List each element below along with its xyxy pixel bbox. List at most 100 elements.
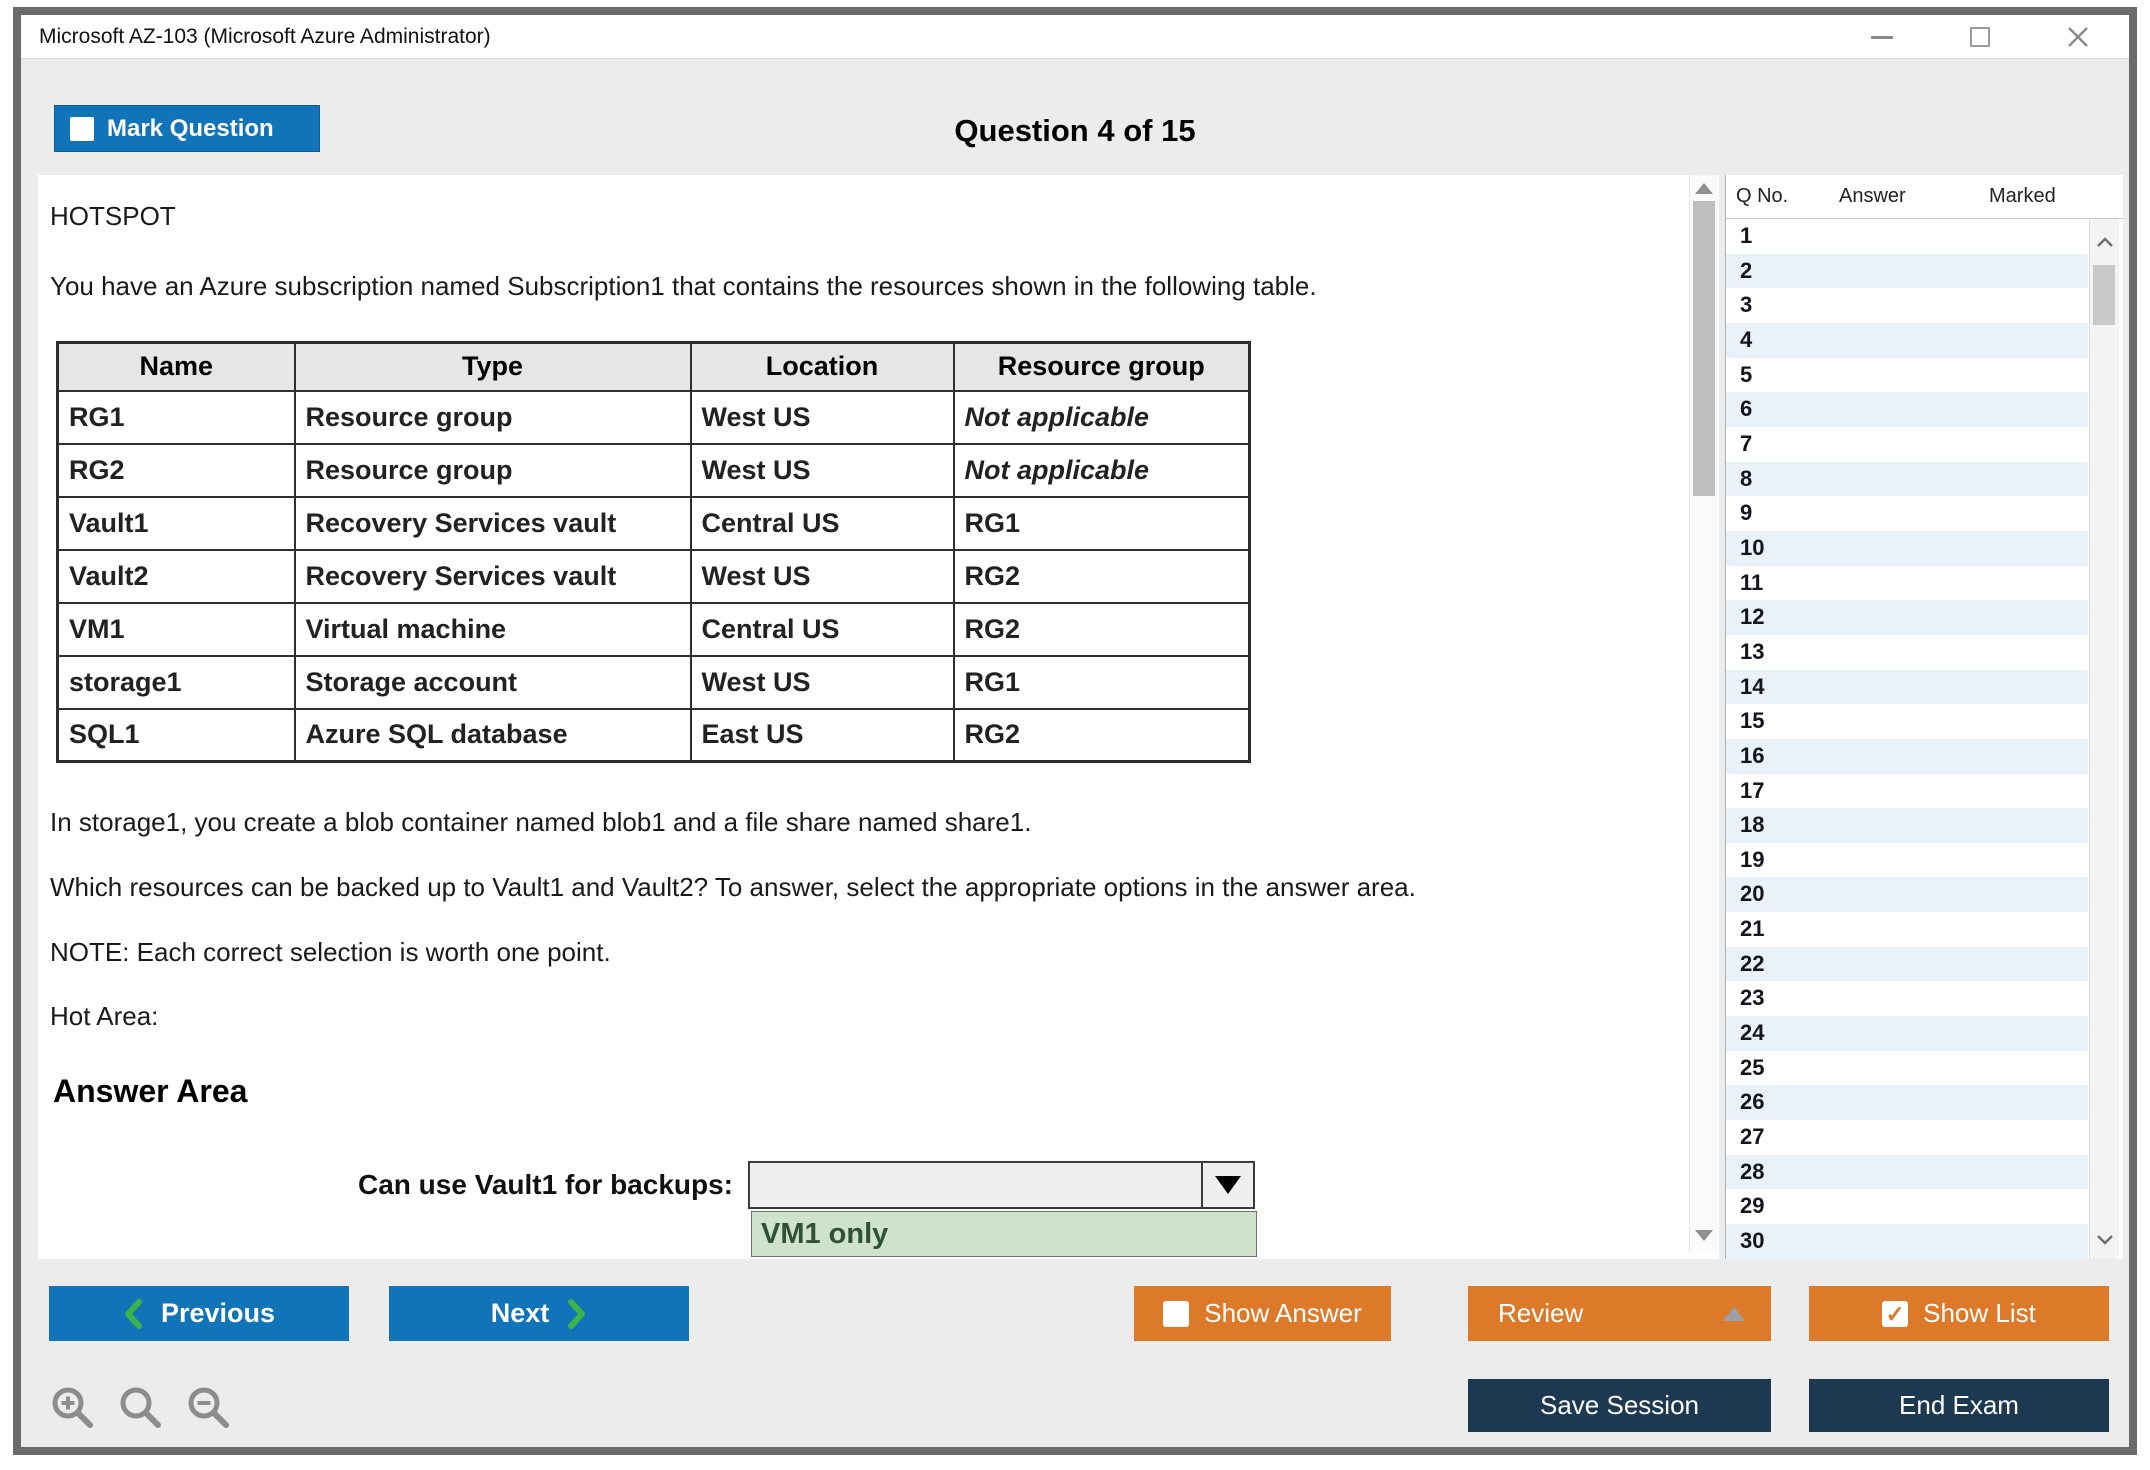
table-cell: Central US	[691, 497, 954, 550]
review-label: Review	[1498, 1298, 1583, 1329]
question-list-row[interactable]: 29	[1726, 1189, 2088, 1224]
show-list-label: Show List	[1923, 1298, 2036, 1329]
end-exam-button[interactable]: End Exam	[1809, 1379, 2109, 1432]
scroll-up-icon[interactable]	[1695, 183, 1713, 194]
question-number: 6	[1726, 392, 1752, 426]
question-list-row[interactable]: 20	[1726, 877, 2088, 912]
zoom-toolbar	[49, 1384, 233, 1432]
question-list-row[interactable]: 8	[1726, 462, 2088, 497]
question-list-row[interactable]: 19	[1726, 843, 2088, 878]
previous-button[interactable]: Previous	[49, 1286, 349, 1341]
table-cell: Not applicable	[954, 391, 1250, 444]
question-list-row[interactable]: 11	[1726, 566, 2088, 601]
table-cell: Recovery Services vault	[295, 550, 691, 603]
table-row: SQL1Azure SQL databaseEast USRG2	[58, 709, 1250, 762]
question-list-row[interactable]: 26	[1726, 1085, 2088, 1120]
question-number: 8	[1726, 462, 1752, 496]
save-session-button[interactable]: Save Session	[1468, 1379, 1771, 1432]
question-list-scrollbar[interactable]	[2089, 219, 2119, 1259]
question-number: 16	[1726, 739, 1764, 773]
question-list-row[interactable]: 9	[1726, 496, 2088, 531]
resource-table: NameTypeLocationResource group RG1Resour…	[56, 341, 1251, 763]
list-scroll-down-icon[interactable]	[2096, 1234, 2114, 1245]
question-list-row[interactable]: 15	[1726, 704, 2088, 739]
review-button[interactable]: Review	[1468, 1286, 1771, 1341]
answer-area-title: Answer Area	[53, 1073, 247, 1110]
question-list-row[interactable]: 10	[1726, 531, 2088, 566]
zoom-out-icon[interactable]	[185, 1384, 233, 1432]
table-row: Vault1Recovery Services vaultCentral USR…	[58, 497, 1250, 550]
question-number: 21	[1726, 912, 1764, 946]
column-header-answer: Answer	[1839, 185, 1906, 208]
question-list-row[interactable]: 21	[1726, 912, 2088, 947]
question-list-row[interactable]: 7	[1726, 427, 2088, 462]
main-content-scrollbar[interactable]	[1689, 175, 1718, 1253]
question-list-row[interactable]: 30	[1726, 1224, 2088, 1259]
main-scrollbar-thumb[interactable]	[1693, 201, 1715, 496]
column-header-marked: Marked	[1989, 185, 2056, 208]
dropdown-option-vm1-only[interactable]: VM1 only	[751, 1211, 1257, 1257]
question-list-row[interactable]: 27	[1726, 1120, 2088, 1155]
question-number: 19	[1726, 843, 1764, 877]
zoom-reset-icon[interactable]	[117, 1384, 165, 1432]
question-type-label: HOTSPOT	[50, 201, 176, 232]
question-list-row[interactable]: 14	[1726, 670, 2088, 705]
mark-question-button[interactable]: Mark Question	[54, 105, 320, 152]
maximize-icon	[1970, 27, 1990, 47]
exam-window: Microsoft AZ-103 (Microsoft Azure Admini…	[13, 7, 2137, 1455]
question-list-row[interactable]: 4	[1726, 323, 2088, 358]
question-list-row[interactable]: 2	[1726, 254, 2088, 289]
question-number: 13	[1726, 635, 1764, 669]
question-number: 12	[1726, 600, 1764, 634]
table-row: storage1Storage accountWest USRG1	[58, 656, 1250, 709]
chevron-right-icon	[567, 1299, 587, 1329]
question-list-row[interactable]: 24	[1726, 1016, 2088, 1051]
chevron-left-icon	[123, 1299, 143, 1329]
question-list-row[interactable]: 12	[1726, 600, 2088, 635]
list-scroll-up-icon[interactable]	[2096, 237, 2114, 248]
question-list-row[interactable]: 13	[1726, 635, 2088, 670]
table-column-header: Name	[58, 343, 295, 391]
question-list-row[interactable]: 5	[1726, 358, 2088, 393]
vault1-dropdown[interactable]	[748, 1161, 1255, 1209]
table-cell: RG1	[58, 391, 295, 444]
question-list-row[interactable]: 18	[1726, 808, 2088, 843]
minimize-button[interactable]	[1869, 24, 1895, 50]
table-row: RG1Resource groupWest USNot applicable	[58, 391, 1250, 444]
question-number: 26	[1726, 1085, 1764, 1119]
table-cell: Resource group	[295, 391, 691, 444]
show-answer-checkbox-icon	[1163, 1301, 1189, 1327]
next-button[interactable]: Next	[389, 1286, 689, 1341]
question-list-row[interactable]: 6	[1726, 392, 2088, 427]
question-list-row[interactable]: 17	[1726, 774, 2088, 809]
vault1-dropdown-caret-button[interactable]	[1201, 1163, 1253, 1207]
question-list-row[interactable]: 16	[1726, 739, 2088, 774]
question-list-row[interactable]: 28	[1726, 1155, 2088, 1190]
table-cell: Resource group	[295, 444, 691, 497]
question-list-row[interactable]: 23	[1726, 981, 2088, 1016]
zoom-in-icon[interactable]	[49, 1384, 97, 1432]
question-number: 18	[1726, 808, 1764, 842]
question-number: 7	[1726, 427, 1752, 461]
table-cell: Vault2	[58, 550, 295, 603]
question-list-row[interactable]: 3	[1726, 288, 2088, 323]
hot-area-label: Hot Area:	[50, 1001, 158, 1032]
question-number: 9	[1726, 496, 1752, 530]
question-list-row[interactable]: 25	[1726, 1051, 2088, 1086]
show-list-button[interactable]: ✓ Show List	[1809, 1286, 2109, 1341]
question-list-row[interactable]: 1	[1726, 219, 2088, 254]
maximize-button[interactable]	[1967, 24, 1993, 50]
table-column-header: Resource group	[954, 343, 1250, 391]
question-list-row[interactable]: 22	[1726, 947, 2088, 982]
close-icon	[2066, 25, 2090, 49]
list-scrollbar-thumb[interactable]	[2093, 265, 2115, 325]
table-cell: Virtual machine	[295, 603, 691, 656]
question-number: 4	[1726, 323, 1752, 357]
table-cell: Storage account	[295, 656, 691, 709]
table-cell: Recovery Services vault	[295, 497, 691, 550]
table-row: VM1Virtual machineCentral USRG2	[58, 603, 1250, 656]
scroll-down-icon[interactable]	[1695, 1230, 1713, 1241]
show-answer-button[interactable]: Show Answer	[1134, 1286, 1391, 1341]
close-button[interactable]	[2065, 24, 2091, 50]
question-number: 25	[1726, 1051, 1764, 1085]
